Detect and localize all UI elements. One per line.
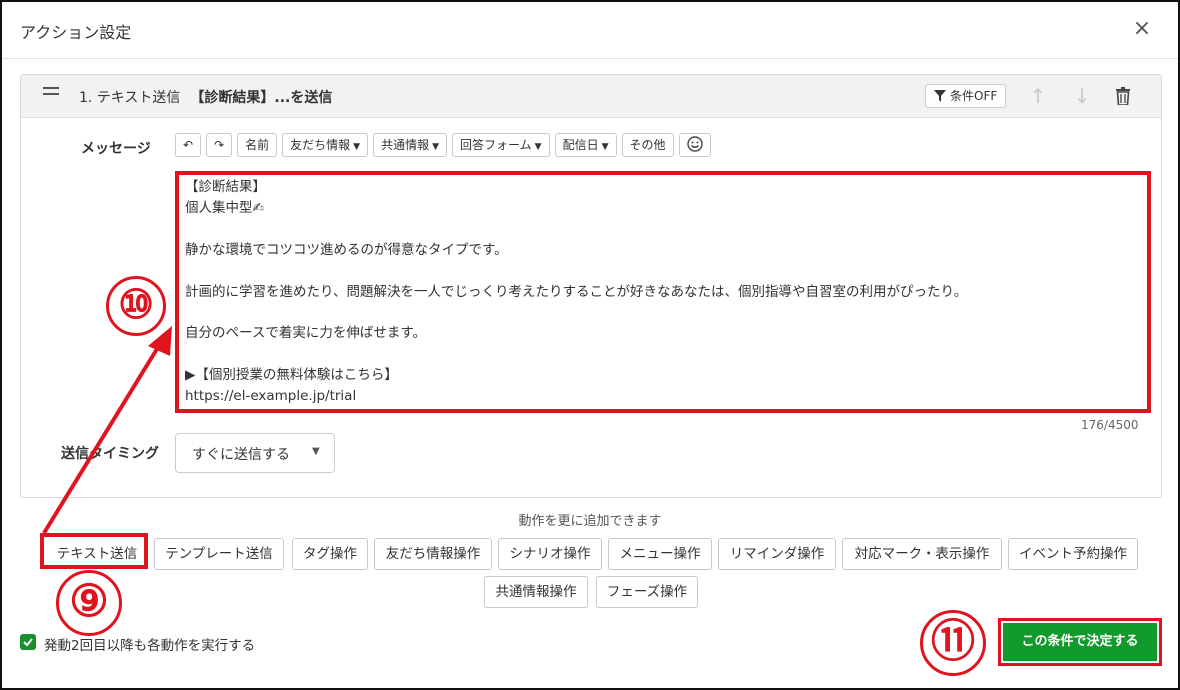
annotation-arrow-line — [42, 342, 162, 535]
annotation-number-11: ⑪ — [920, 610, 986, 676]
highlight-text-send-box — [40, 533, 148, 569]
annotation-number-9: ⑨ — [56, 570, 122, 636]
annotation-overlay — [40, 326, 172, 569]
annotation-number-10: ⑩ — [106, 276, 166, 336]
